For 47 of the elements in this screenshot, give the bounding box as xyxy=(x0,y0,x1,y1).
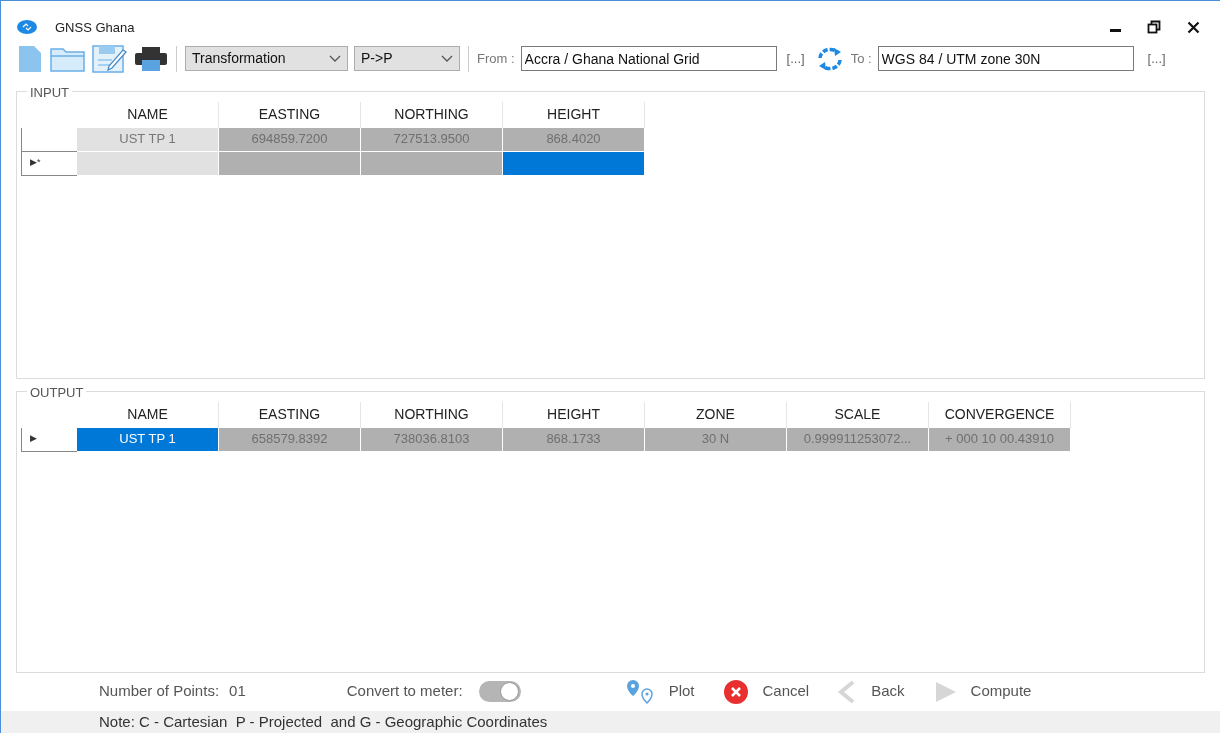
column-header[interactable]: EASTING xyxy=(219,101,361,128)
from-field[interactable]: Accra / Ghana National Grid xyxy=(520,46,777,72)
from-browse-button[interactable]: [...] xyxy=(782,49,809,69)
column-header[interactable]: SCALE xyxy=(787,401,929,428)
restore-icon xyxy=(1147,20,1161,35)
to-browse-button[interactable]: [...] xyxy=(1143,49,1170,69)
column-header[interactable]: HEIGHT xyxy=(503,101,645,128)
new-file-icon xyxy=(16,44,44,73)
table-cell[interactable] xyxy=(77,151,219,176)
points-count: 01 xyxy=(229,681,246,702)
table-cell[interactable] xyxy=(219,151,361,176)
table-cell[interactable] xyxy=(361,151,503,176)
table-cell[interactable]: UST TP 1 xyxy=(77,127,219,152)
row-header[interactable]: ▶ xyxy=(21,427,77,452)
column-header[interactable]: NORTHING xyxy=(361,101,503,128)
close-icon xyxy=(722,678,749,705)
convert-toggle[interactable] xyxy=(478,681,521,703)
row-header[interactable] xyxy=(21,127,77,152)
column-header[interactable]: NAME xyxy=(77,401,219,428)
app-logo-icon xyxy=(17,20,37,35)
column-header[interactable]: EASTING xyxy=(219,401,361,428)
printer-icon xyxy=(134,45,168,72)
column-header[interactable]: ZONE xyxy=(645,401,787,428)
from-label: From : xyxy=(477,50,515,68)
to-field[interactable]: WGS 84 / UTM zone 30N xyxy=(877,46,1134,72)
column-header[interactable]: HEIGHT xyxy=(503,401,645,428)
map-pin-icon xyxy=(624,678,655,705)
plot-button[interactable]: Plot xyxy=(624,678,695,705)
minimize-icon xyxy=(1110,28,1121,32)
table-cell[interactable]: UST TP 1 xyxy=(77,427,219,452)
direction-dropdown[interactable]: P->P xyxy=(354,46,460,72)
close-icon xyxy=(1187,20,1200,34)
chevron-down-icon xyxy=(441,54,453,63)
convert-label: Convert to meter: xyxy=(346,681,463,702)
window-title: GNSS Ghana xyxy=(55,18,135,37)
to-label: To : xyxy=(850,50,872,68)
mode-dropdown[interactable]: Transformation xyxy=(185,46,348,72)
row-header[interactable]: ▶* xyxy=(21,151,77,176)
points-label: Number of Points: xyxy=(99,681,220,702)
column-header[interactable]: NAME xyxy=(77,101,219,128)
column-header[interactable]: NORTHING xyxy=(361,401,503,428)
cancel-button[interactable]: Cancel xyxy=(722,678,810,705)
chevron-down-icon xyxy=(329,54,341,63)
table-cell[interactable] xyxy=(503,151,645,176)
column-header[interactable]: CONVERGENCE xyxy=(929,401,1071,428)
save-icon xyxy=(92,43,128,74)
note-text: Note: C - Cartesian P - Projected and G - Geographic Coordinates xyxy=(99,711,548,732)
